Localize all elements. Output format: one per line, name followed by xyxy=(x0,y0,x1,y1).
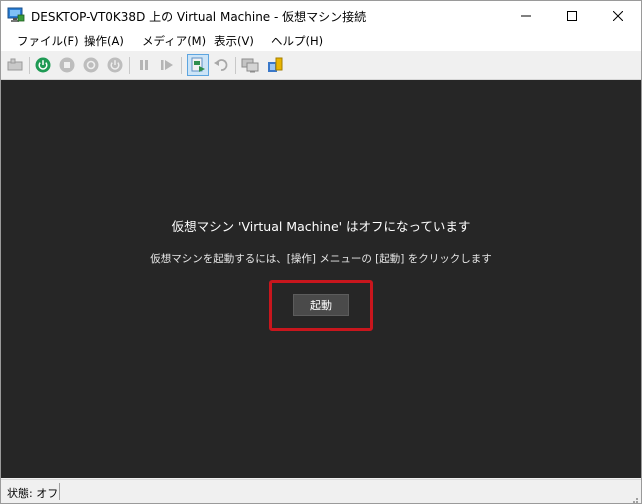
vm-off-message: 仮想マシン 'Virtual Machine' はオフになっています xyxy=(171,219,471,234)
minimize-button[interactable] xyxy=(503,1,549,31)
pause-icon[interactable] xyxy=(135,56,153,74)
toolbar-separator xyxy=(129,57,130,74)
share-icon[interactable] xyxy=(266,56,284,74)
resize-grip-icon[interactable] xyxy=(629,492,639,503)
title-bar[interactable]: DESKTOP-VT0K38D 上の Virtual Machine - 仮想マ… xyxy=(1,1,641,31)
save-icon[interactable] xyxy=(106,56,124,74)
turn-off-icon[interactable] xyxy=(58,56,76,74)
status-bar: 状態: オフ xyxy=(1,479,641,503)
ctrl-alt-del-icon[interactable] xyxy=(6,56,24,74)
toolbar-separator xyxy=(181,57,182,74)
start-icon[interactable] xyxy=(34,56,52,74)
checkpoint-icon[interactable] xyxy=(187,54,209,76)
resume-icon[interactable] xyxy=(158,56,176,74)
menu-bar: ファイル(F) 操作(A) メディア(M) 表示(V) ヘルプ(H) xyxy=(1,31,641,51)
menu-help[interactable]: ヘルプ(H) xyxy=(271,33,323,49)
vm-connection-window: DESKTOP-VT0K38D 上の Virtual Machine - 仮想マ… xyxy=(0,0,642,504)
toolbar-separator xyxy=(29,57,30,74)
close-button[interactable] xyxy=(595,1,641,31)
status-text: 状態: オフ xyxy=(7,487,59,500)
toolbar xyxy=(1,52,641,80)
window-title: DESKTOP-VT0K38D 上の Virtual Machine - 仮想マ… xyxy=(31,10,367,24)
start-instruction: 仮想マシンを起動するには、[操作] メニューの [起動] をクリックします xyxy=(150,253,492,265)
vm-connect-monitor-icon xyxy=(7,7,25,23)
toolbar-separator xyxy=(235,57,236,74)
revert-icon[interactable] xyxy=(212,56,230,74)
menu-action[interactable]: 操作(A) xyxy=(84,33,124,49)
menu-media[interactable]: メディア(M) xyxy=(142,33,206,49)
vm-screen[interactable]: 仮想マシン 'Virtual Machine' はオフになっています 仮想マシン… xyxy=(1,80,641,478)
menu-file[interactable]: ファイル(F) xyxy=(17,33,79,49)
maximize-button[interactable] xyxy=(549,1,595,31)
shutdown-icon[interactable] xyxy=(82,56,100,74)
start-button[interactable]: 起動 xyxy=(293,294,349,316)
enhanced-session-icon[interactable] xyxy=(241,56,259,74)
status-divider xyxy=(59,483,60,500)
menu-view[interactable]: 表示(V) xyxy=(214,33,254,49)
